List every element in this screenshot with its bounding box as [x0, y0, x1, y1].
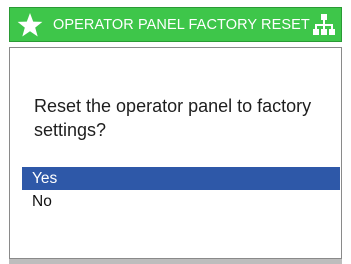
- title-bar: OPERATOR PANEL FACTORY RESET: [9, 7, 342, 42]
- hierarchy-icon[interactable]: [313, 14, 335, 36]
- option-yes[interactable]: Yes: [22, 167, 340, 190]
- reset-question: Reset the operator panel to factory sett…: [34, 96, 312, 140]
- page-title: OPERATOR PANEL FACTORY RESET: [53, 17, 310, 33]
- reset-dialog: Reset the operator panel to factory sett…: [9, 47, 342, 264]
- star-icon: [17, 13, 43, 37]
- option-no[interactable]: No: [22, 190, 340, 213]
